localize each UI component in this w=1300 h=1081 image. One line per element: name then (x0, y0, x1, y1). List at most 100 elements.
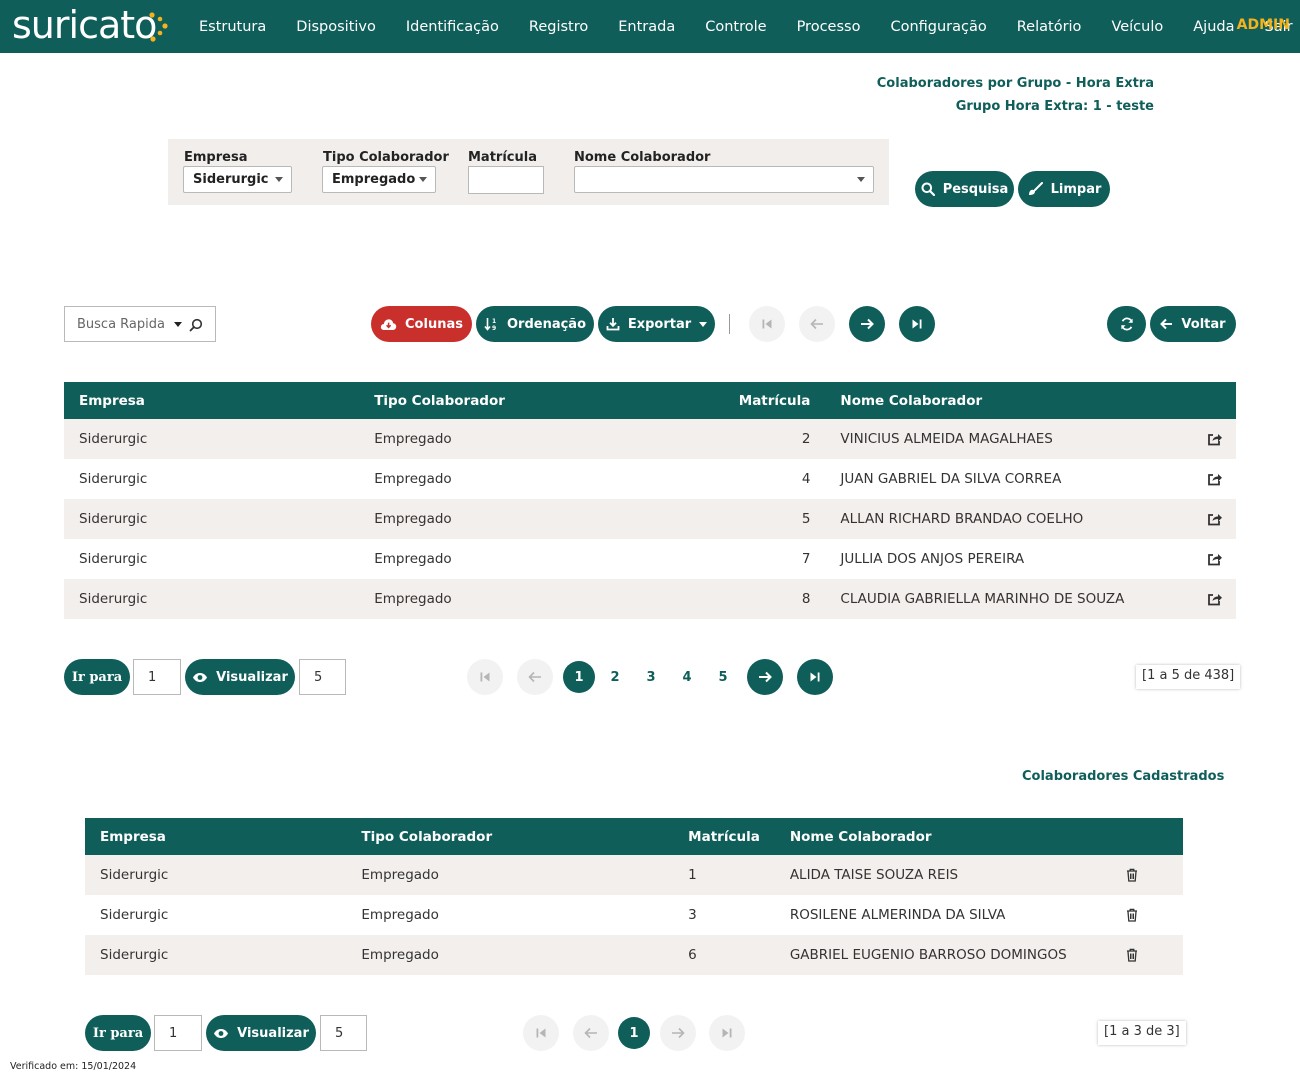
last-page-button[interactable] (709, 1015, 745, 1051)
table-header-row: Empresa Tipo Colaborador Matrícula Nome … (64, 382, 1236, 419)
column-header-empresa[interactable]: Empresa (85, 818, 347, 855)
column-header-tipo-colaborador[interactable]: Tipo Colaborador (346, 818, 674, 855)
prev-page-button[interactable] (517, 659, 553, 695)
first-page-button[interactable] (523, 1015, 559, 1051)
page-size-button[interactable]: Visualizar (206, 1015, 316, 1051)
menu-item-processo[interactable]: Processo (782, 19, 876, 35)
column-header-actions (1101, 818, 1183, 855)
remove-collaborator-action[interactable] (1102, 895, 1183, 935)
external-link-icon[interactable] (1207, 472, 1223, 486)
add-collaborator-action[interactable] (1166, 539, 1236, 579)
quick-search-input[interactable]: Busca Rapida (64, 306, 216, 342)
external-link-icon[interactable] (1207, 552, 1223, 566)
page-number-button[interactable]: 1 (618, 1017, 650, 1049)
cell-nome-colaborador: JULLIA DOS ANJOS PEREIRA (840, 551, 1025, 567)
column-header-matricula[interactable]: Matrícula (723, 382, 826, 419)
menu-item-identificacao[interactable]: Identificação (391, 19, 514, 35)
menu-item-dispositivo[interactable]: Dispositivo (281, 19, 391, 35)
external-link-icon[interactable] (1207, 512, 1223, 526)
menu-item-estrutura[interactable]: Estrutura (184, 19, 281, 35)
empresa-select[interactable]: Siderurgic (183, 166, 292, 193)
next-page-button[interactable] (660, 1015, 696, 1051)
last-page-button[interactable] (899, 306, 935, 342)
table-row[interactable]: Siderurgic Empregado 6 GABRIEL EUGENIO B… (85, 935, 1183, 975)
matricula-input[interactable] (468, 166, 544, 194)
menu-item-configuracao[interactable]: Configuração (875, 19, 1001, 35)
table-row[interactable]: Siderurgic Empregado 8 CLAUDIA GABRIELLA… (64, 579, 1236, 619)
add-collaborator-action[interactable] (1166, 499, 1236, 539)
table-row[interactable]: Siderurgic Empregado 7 JULLIA DOS ANJOS … (64, 539, 1236, 579)
chevron-down-icon (699, 321, 708, 327)
cell-nome-colaborador: VINICIUS ALMEIDA MAGALHAES (825, 419, 1167, 459)
external-link-icon[interactable] (1207, 592, 1223, 606)
next-page-button[interactable] (849, 306, 885, 342)
columns-button[interactable]: Colunas (371, 306, 472, 342)
cell-tipo-colaborador: Empregado (346, 935, 674, 975)
goto-page-label: Ir para (71, 669, 123, 685)
remove-collaborator-action[interactable] (1101, 935, 1183, 975)
page-number-button[interactable]: 4 (671, 661, 703, 693)
next-page-button[interactable] (747, 659, 783, 695)
remove-collaborator-action[interactable] (1101, 855, 1183, 895)
prev-page-button[interactable] (573, 1015, 609, 1051)
column-header-nome-colaborador[interactable]: Nome Colaborador (774, 818, 1102, 855)
menu-item-registro[interactable]: Registro (514, 19, 603, 35)
table-row[interactable]: Siderurgic Empregado 2 VINICIUS ALMEIDA … (64, 419, 1236, 459)
matricula-label: Matrícula (468, 150, 537, 165)
last-page-button[interactable] (797, 659, 833, 695)
column-header-empresa[interactable]: Empresa (64, 382, 360, 419)
goto-page-button[interactable]: Ir para (64, 659, 130, 695)
first-page-button[interactable] (749, 306, 785, 342)
tipo-colaborador-select[interactable]: Empregado (322, 166, 436, 193)
refresh-button[interactable] (1107, 306, 1146, 342)
page-size-button[interactable]: Visualizar (185, 659, 295, 695)
column-header-tipo-colaborador[interactable]: Tipo Colaborador (359, 382, 724, 419)
menu-item-entrada[interactable]: Entrada (603, 19, 690, 35)
page-number-button[interactable]: 3 (635, 661, 667, 693)
goto-page-input[interactable]: 1 (154, 1015, 202, 1051)
cell-tipo-colaborador: Empregado (359, 579, 724, 619)
external-link-icon[interactable] (1207, 432, 1223, 446)
export-button[interactable]: Exportar (598, 306, 715, 342)
page-number-button[interactable]: 2 (599, 661, 631, 693)
add-collaborator-action[interactable] (1166, 579, 1236, 619)
svg-text:1: 1 (492, 318, 496, 325)
menu-item-veiculo[interactable]: Veículo (1096, 19, 1178, 35)
menu-item-relatorio[interactable]: Relatório (1002, 19, 1097, 35)
table-row[interactable]: Siderurgic Empregado 4 JUAN GABRIEL DA S… (64, 459, 1236, 499)
search-button[interactable]: Pesquisa (915, 171, 1014, 207)
brush-icon (1028, 182, 1043, 195)
first-page-button[interactable] (467, 659, 503, 695)
table-row[interactable]: Siderurgic Empregado 3 ROSILENE ALMERIND… (85, 895, 1183, 935)
trash-icon[interactable] (1126, 948, 1138, 962)
main-menu: Estrutura Dispositivo Identificação Regi… (184, 0, 1300, 53)
search-icon[interactable] (189, 318, 203, 332)
table-row[interactable]: Siderurgic Empregado 1 ALIDA TAISE SOUZA… (85, 855, 1183, 895)
goto-page-button[interactable]: Ir para (85, 1015, 151, 1051)
clear-button[interactable]: Limpar (1018, 171, 1110, 207)
cloud-download-icon (380, 318, 397, 330)
page-number-button[interactable]: 1 (563, 661, 595, 693)
cell-nome-colaborador: CLAUDIA GABRIELLA MARINHO DE SOUZA (825, 579, 1167, 619)
sort-button[interactable]: 19 Ordenação (476, 306, 594, 342)
back-button[interactable]: Voltar (1150, 306, 1236, 342)
menu-item-controle[interactable]: Controle (690, 19, 781, 35)
add-collaborator-action[interactable] (1166, 419, 1236, 459)
goto-page-input[interactable]: 1 (133, 659, 181, 695)
page-size-input[interactable]: 5 (320, 1015, 367, 1051)
page-number-button[interactable]: 5 (707, 661, 739, 693)
column-header-matricula[interactable]: Matrícula (673, 818, 775, 855)
empresa-label: Empresa (184, 150, 248, 165)
table-header-row: Empresa Tipo Colaborador Matrícula Nome … (85, 818, 1183, 855)
dropdown-caret-icon[interactable] (174, 322, 182, 327)
user-name[interactable]: ADMIN (1237, 17, 1290, 33)
column-header-nome-colaborador[interactable]: Nome Colaborador (825, 382, 1167, 419)
trash-icon[interactable] (1126, 868, 1138, 882)
trash-icon[interactable] (1126, 908, 1138, 922)
table-row[interactable]: Siderurgic Empregado 5 ALLAN RICHARD BRA… (64, 499, 1236, 539)
prev-page-button[interactable] (799, 306, 835, 342)
page-size-input[interactable]: 5 (299, 659, 346, 695)
add-collaborator-action[interactable] (1166, 459, 1236, 499)
logo[interactable]: suricato (12, 2, 157, 48)
nome-colaborador-select[interactable] (574, 166, 874, 193)
